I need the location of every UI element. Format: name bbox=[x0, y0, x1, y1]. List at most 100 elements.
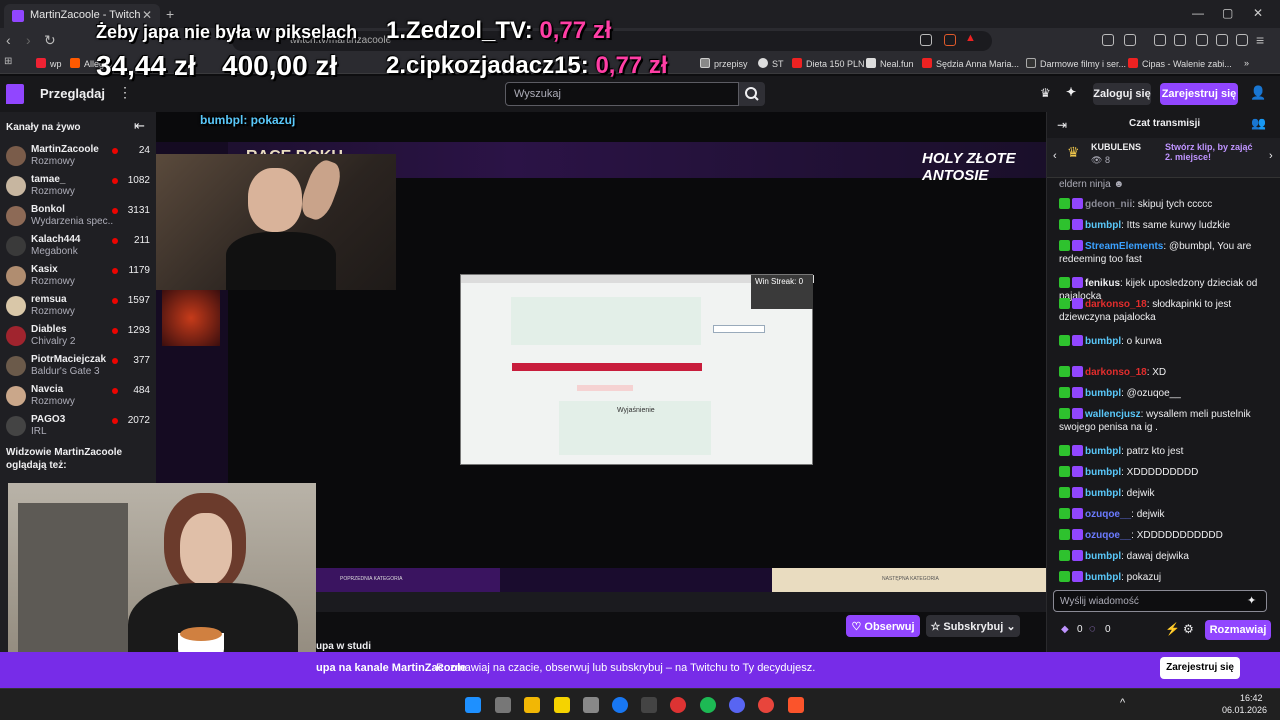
forward-icon[interactable]: › bbox=[26, 32, 31, 48]
bookmark-sedzia[interactable]: Sędzia Anna Maria... bbox=[922, 58, 1019, 69]
more-options-icon[interactable]: ⋮ bbox=[118, 84, 132, 101]
folder-icon[interactable] bbox=[524, 697, 540, 713]
sidebar-channel-remsua[interactable]: remsua Rozmowy 1597 bbox=[0, 292, 156, 322]
turbo-icon[interactable]: ✦ bbox=[1066, 85, 1076, 99]
start-icon[interactable] bbox=[465, 697, 481, 713]
chat-username[interactable]: darkonso_18 bbox=[1085, 299, 1147, 310]
chat-username[interactable]: bumbpl bbox=[1085, 220, 1121, 231]
maximize-icon[interactable]: ▢ bbox=[1222, 6, 1233, 20]
bookmark-przepisy[interactable]: przepisy bbox=[700, 58, 748, 69]
sidebar-icon[interactable] bbox=[1174, 34, 1186, 46]
close-tab-icon[interactable]: ✕ bbox=[142, 8, 152, 22]
bookmark-darmowe[interactable]: Darmowe filmy i ser... bbox=[1026, 58, 1126, 69]
apps-icon[interactable]: ⊞ bbox=[4, 56, 12, 67]
tray-arrow-icon[interactable]: ^ bbox=[1120, 697, 1125, 709]
brave-icon[interactable] bbox=[788, 697, 804, 713]
live-dot-icon bbox=[112, 298, 118, 304]
bits-icon[interactable]: ◆ bbox=[1061, 624, 1069, 635]
bookmark-nealfun[interactable]: Neal.fun bbox=[866, 58, 914, 69]
chat-username[interactable]: ozuqoe__ bbox=[1085, 530, 1131, 541]
bookmarks-more-icon[interactable]: » bbox=[1244, 58, 1249, 68]
chat-username[interactable]: gdeon_nii bbox=[1085, 199, 1132, 210]
signup-button[interactable]: Zarejestruj się bbox=[1160, 83, 1238, 105]
chat-username[interactable]: bumbpl bbox=[1085, 551, 1121, 562]
bookmark-wp[interactable]: wp bbox=[36, 58, 62, 69]
minimize-icon[interactable]: — bbox=[1192, 6, 1204, 20]
sidebar-channel-diables[interactable]: Diables Chivalry 2 1293 bbox=[0, 322, 156, 352]
discord-icon[interactable] bbox=[729, 697, 745, 713]
chat-username[interactable]: ozuqoe__ bbox=[1085, 509, 1131, 520]
back-icon[interactable]: ‹ bbox=[6, 32, 11, 48]
sidebar-channel-navcia[interactable]: Navcia Rozmowy 484 bbox=[0, 382, 156, 412]
new-tab-icon[interactable]: + bbox=[166, 6, 174, 22]
chat-send-button[interactable]: Rozmawiaj bbox=[1205, 620, 1271, 640]
bookmark-st[interactable]: ST bbox=[758, 58, 784, 69]
next-icon[interactable]: › bbox=[1269, 150, 1273, 162]
leo-icon[interactable] bbox=[1216, 34, 1228, 46]
chat-username[interactable]: bumbpl bbox=[1085, 572, 1121, 583]
chat-username[interactable]: bumbpl bbox=[1085, 336, 1121, 347]
sidebar-channel-kasix[interactable]: Kasix Rozmowy 1179 bbox=[0, 262, 156, 292]
collapse-chat-icon[interactable]: ⇥ bbox=[1057, 118, 1067, 132]
vpn-icon[interactable] bbox=[1236, 34, 1248, 46]
browse-link[interactable]: Przeglądaj bbox=[40, 86, 105, 101]
community-icon[interactable]: 👥 bbox=[1251, 116, 1266, 130]
chat-username[interactable]: bumbpl bbox=[1085, 388, 1121, 399]
chat-text: XD bbox=[1152, 367, 1167, 378]
app-icon[interactable] bbox=[641, 697, 657, 713]
verified-badge-icon bbox=[1059, 219, 1070, 230]
hype-icon[interactable]: ⚡ bbox=[1165, 622, 1180, 636]
pinned-leaderboard: ‹ ♛ KUBULENS 👁 8 Stwórz klip, by zająć 2… bbox=[1047, 138, 1280, 178]
user-icon[interactable]: 👤 bbox=[1250, 85, 1266, 101]
reload-icon[interactable]: ↻ bbox=[44, 32, 56, 49]
chat-username[interactable]: bumbpl bbox=[1085, 446, 1121, 457]
follow-button[interactable]: ♡ Obserwuj bbox=[846, 615, 920, 637]
chat-username[interactable]: darkonso_18 bbox=[1085, 367, 1147, 378]
chat-username[interactable]: fenikus bbox=[1085, 278, 1120, 289]
camera-icon[interactable] bbox=[495, 697, 511, 713]
chrome-icon[interactable] bbox=[758, 697, 774, 713]
extensions-icon[interactable] bbox=[1102, 34, 1114, 46]
sidebar-channel-martinzacoole[interactable]: MartinZacoole Rozmowy 24 bbox=[0, 142, 156, 172]
chat-username[interactable]: bumbpl bbox=[1085, 488, 1121, 499]
facebook-icon[interactable] bbox=[612, 697, 628, 713]
twitch-logo-icon[interactable] bbox=[6, 84, 24, 104]
subscribe-button[interactable]: ☆ Subskrybuj ⌄ bbox=[926, 615, 1020, 637]
chat-username[interactable]: bumbpl bbox=[1085, 467, 1121, 478]
brave-shield-icon[interactable] bbox=[944, 34, 956, 46]
bookmark-dieta[interactable]: Dieta 150 PLN bbox=[792, 58, 865, 69]
search-button[interactable] bbox=[739, 82, 765, 106]
prime-crown-icon[interactable]: ♛ bbox=[1040, 86, 1051, 100]
signup-banner: upa na kanale MartinZacoole Rozmawiaj na… bbox=[0, 652, 1280, 688]
menu-icon[interactable]: ≡ bbox=[1256, 32, 1264, 48]
overlay-rank1: 1.Zedzol_TV: 0,77 zł bbox=[386, 17, 612, 44]
chat-username[interactable]: wallencjusz bbox=[1085, 409, 1141, 420]
media-icon[interactable] bbox=[1154, 34, 1166, 46]
sidebar-channel-kalach444[interactable]: Kalach444 Megabonk 211 bbox=[0, 232, 156, 262]
search-input[interactable]: Wyszukaj bbox=[505, 82, 739, 106]
alert-icon[interactable]: ▲ bbox=[965, 32, 976, 44]
prev-icon[interactable]: ‹ bbox=[1053, 150, 1057, 162]
calculator-icon[interactable] bbox=[583, 697, 599, 713]
wallet-icon[interactable] bbox=[1124, 34, 1136, 46]
sidebar-channel-bonkol[interactable]: Bonkol Wydarzenia spec... 3131 bbox=[0, 202, 156, 232]
sidebar-channel-pago3[interactable]: PAGO3 IRL 2072 bbox=[0, 412, 156, 442]
emote-icon[interactable]: ✦ bbox=[1247, 594, 1256, 607]
sidebar-channel-tamae[interactable]: tamae_ Rozmowy 1082 bbox=[0, 172, 156, 202]
chat-message: bumbpl: dejwik bbox=[1059, 487, 1271, 500]
chat-input[interactable]: Wyślij wiadomość bbox=[1053, 590, 1267, 612]
banner-signup-button[interactable]: Zarejestruj się bbox=[1160, 657, 1240, 679]
chat-username[interactable]: StreamElements bbox=[1085, 241, 1163, 252]
bookmark-icon[interactable] bbox=[1196, 34, 1208, 46]
settings-icon[interactable]: ⚙ bbox=[1183, 622, 1194, 636]
spotify-icon[interactable] bbox=[700, 697, 716, 713]
collapse-sidebar-icon[interactable]: ⇤ bbox=[134, 118, 145, 134]
opera-icon[interactable] bbox=[670, 697, 686, 713]
bookmark-cipas[interactable]: Cipas - Walenie zabi... bbox=[1128, 58, 1232, 69]
login-button[interactable]: Zaloguj się bbox=[1093, 83, 1151, 105]
close-window-icon[interactable]: ✕ bbox=[1253, 6, 1263, 20]
notes-icon[interactable] bbox=[554, 697, 570, 713]
points-icon[interactable]: ◌ bbox=[1089, 623, 1096, 635]
share-icon[interactable] bbox=[920, 34, 932, 46]
sidebar-channel-piotrmaciejczak[interactable]: PiotrMaciejczak Baldur's Gate 3 377 bbox=[0, 352, 156, 382]
